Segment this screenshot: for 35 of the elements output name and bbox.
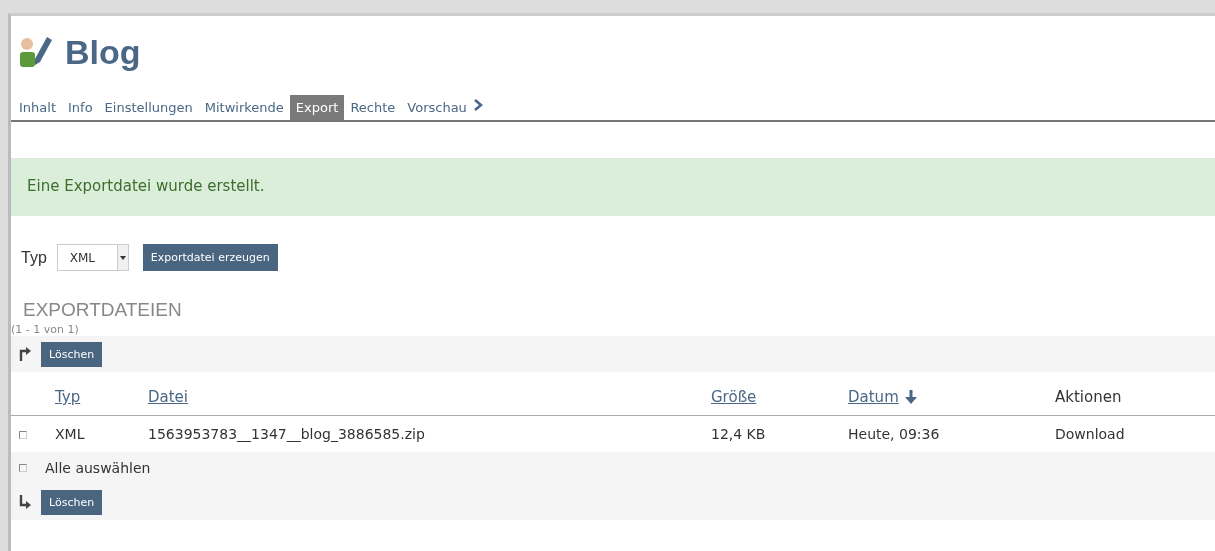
dropdown-icon (119, 255, 126, 260)
tab[interactable]: Inhalt (11, 95, 62, 120)
sort-link[interactable]: Größe (711, 388, 757, 406)
type-select[interactable]: XML (56, 244, 129, 271)
tab[interactable]: Export (289, 95, 345, 120)
column-header: Aktionen (1055, 388, 1122, 406)
chevron-right-icon[interactable] (472, 99, 483, 111)
tab[interactable]: Einstellungen (98, 95, 199, 120)
select-all-checkbox[interactable] (19, 464, 27, 472)
table-cell: 1563953783__1347__blog_3886585.zip (148, 426, 425, 442)
type-label: Typ (21, 248, 47, 267)
tab[interactable]: Info (62, 95, 99, 120)
arrow-down-icon (904, 390, 917, 404)
tab[interactable]: Mitwirkende (198, 95, 290, 120)
section-heading: EXPORTDATEIEN (23, 299, 183, 321)
person-pencil-icon (19, 35, 53, 69)
success-message: Eine Exportdatei wurde erstellt. (11, 158, 1215, 216)
page-title: Blog (65, 32, 141, 72)
item-count: (1 - 1 von 1) (11, 323, 80, 336)
table-cell: 12,4 KB (711, 426, 766, 442)
tab[interactable]: Rechte (344, 95, 402, 120)
sort-link[interactable]: Datei (148, 388, 189, 406)
arrow-up-right-icon (19, 347, 31, 361)
arrow-down-right-icon (19, 495, 31, 509)
tab[interactable]: Vorschau (401, 95, 473, 120)
table-cell: XML (55, 426, 85, 442)
row-checkbox[interactable] (19, 431, 27, 439)
delete-button[interactable]: Löschen (41, 489, 103, 515)
select-all-label[interactable]: Alle auswählen (45, 460, 151, 476)
sort-link[interactable]: Typ (55, 388, 81, 406)
sort-link[interactable]: Datum (848, 388, 917, 406)
delete-button[interactable]: Löschen (41, 341, 103, 367)
download-link[interactable]: Download (1055, 426, 1125, 442)
create-export-button[interactable]: Exportdatei erzeugen (142, 244, 278, 271)
table-cell: Heute, 09:36 (848, 426, 940, 442)
